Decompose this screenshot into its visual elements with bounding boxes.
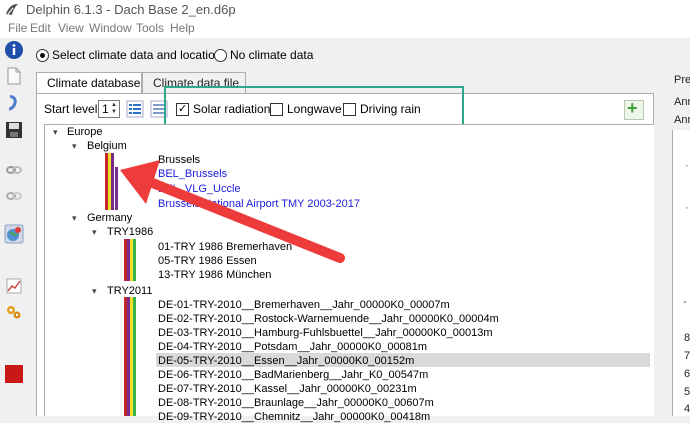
preview-axis-label: 5: [684, 386, 690, 398]
data-bar-purple: [111, 153, 114, 210]
start-level-label: Start level: [44, 102, 98, 116]
chevron-down-icon[interactable]: ▾: [92, 287, 100, 296]
tab-climate-database[interactable]: Climate database: [36, 72, 142, 94]
preview-axis-label: 8: [684, 332, 690, 344]
title-bar: Delphin 6.1.3 - Dach Base 2_en.d6p: [0, 0, 690, 20]
window-title: Delphin 6.1.3 - Dach Base 2_en.d6p: [26, 2, 236, 17]
menu-file[interactable]: File: [8, 21, 27, 35]
chevron-down-icon[interactable]: ▾: [72, 214, 80, 223]
tree-item-de-01[interactable]: DE-01-TRY-2010__Bremerhaven__Jahr_00000K…: [158, 299, 450, 311]
tree-node-try1986[interactable]: TRY1986: [107, 226, 153, 238]
tree-item-brussels-national-airport[interactable]: Brussels National Airport TMY 2003-2017: [158, 198, 360, 210]
data-bar-green: [133, 239, 136, 281]
spin-arrows-icon[interactable]: ▲ ▼: [111, 102, 118, 116]
start-level-spinbox[interactable]: 1 ▲ ▼: [98, 100, 120, 118]
tree-item-de-09[interactable]: DE-09-TRY-2010__Chemnitz__Jahr_00000K0_0…: [158, 411, 430, 423]
preview-axis-label: 7: [684, 350, 690, 362]
link-alt-icon[interactable]: [4, 186, 24, 206]
try2011-data-bars: [124, 297, 144, 416]
try1986-data-bars: [124, 239, 144, 281]
radio-select-climate[interactable]: [36, 49, 49, 62]
preview-header: Prev: [674, 74, 690, 86]
add-climate-button[interactable]: +: [624, 98, 644, 120]
link-icon[interactable]: [4, 160, 24, 180]
plus-icon: +: [627, 98, 638, 118]
chevron-down-icon[interactable]: ▾: [53, 128, 61, 137]
left-toolbar: [0, 38, 28, 416]
save-icon[interactable]: [4, 120, 24, 140]
menu-window[interactable]: Window: [89, 21, 132, 35]
preview-axis-label: 4: [684, 403, 690, 415]
menu-bar: File Edit View Window Tools Help: [0, 20, 690, 38]
tree-item-bel-vlg-uccle[interactable]: BEL_VLG_Uccle: [158, 183, 241, 195]
radio-no-climate[interactable]: [214, 49, 227, 62]
open-file-icon[interactable]: [4, 93, 24, 113]
info-icon[interactable]: [4, 40, 24, 60]
tree-node-belgium[interactable]: Belgium: [87, 140, 127, 152]
new-document-icon[interactable]: [4, 66, 24, 86]
tree-item-de-03[interactable]: DE-03-TRY-2010__Hamburg-Fuhlsbuettel__Ja…: [158, 327, 493, 339]
chevron-down-icon[interactable]: ▾: [72, 142, 80, 151]
delphin-app-icon: [6, 4, 18, 15]
globe-location-icon[interactable]: [4, 224, 24, 244]
menu-edit[interactable]: Edit: [30, 21, 51, 35]
tree-item-muenchen-1986[interactable]: 13-TRY 1986 München: [158, 269, 271, 281]
menu-tools[interactable]: Tools: [136, 21, 164, 35]
expand-list-icon[interactable]: [126, 100, 144, 118]
tree-item-de-04[interactable]: DE-04-TRY-2010__Potsdam__Jahr_00000K0_00…: [158, 341, 427, 353]
belgium-data-bars: [105, 153, 125, 210]
tree-item-bremerhaven-1986[interactable]: 01-TRY 1986 Bremerhaven: [158, 241, 292, 253]
tree-item-brussels[interactable]: Brussels: [158, 154, 200, 166]
preview-axis-tick: ·: [685, 160, 689, 172]
tree-item-de-05[interactable]: DE-05-TRY-2010__Essen__Jahr_00000K0_0015…: [158, 355, 414, 367]
tree-item-de-07[interactable]: DE-07-TRY-2010__Kassel__Jahr_00000K0_002…: [158, 383, 417, 395]
preview-axis-tick: ·: [685, 202, 689, 214]
menu-view[interactable]: View: [58, 21, 84, 35]
radio-select-climate-label[interactable]: Select climate data and location: [52, 48, 221, 62]
data-bar-green: [133, 297, 136, 416]
chevron-down-icon[interactable]: ▾: [92, 228, 100, 237]
tree-item-bel-brussels[interactable]: BEL_Brussels: [158, 168, 227, 180]
tree-item-essen-1986[interactable]: 05-TRY 1986 Essen: [158, 255, 257, 267]
preview-axis-tick: -: [683, 296, 687, 308]
settings-gears-icon[interactable]: [4, 302, 24, 322]
data-bar-purple: [115, 167, 118, 210]
preview-axis-label: 6: [684, 368, 690, 380]
tree-item-de-06[interactable]: DE-06-TRY-2010__BadMarienberg__Jahr_K0_0…: [158, 369, 428, 381]
preview-line: Ann: [674, 96, 690, 108]
tree-node-try2011[interactable]: TRY2011: [107, 285, 152, 297]
start-level-value: 1: [102, 102, 109, 116]
preview-line: Ann: [674, 114, 690, 126]
radio-no-climate-label[interactable]: No climate data: [230, 48, 313, 62]
tree-node-germany[interactable]: Germany: [87, 212, 132, 224]
pane-scrollbar[interactable]: [654, 93, 658, 416]
tree-item-de-02[interactable]: DE-02-TRY-2010__Rostock-Warnemuende__Jah…: [158, 313, 499, 325]
stop-icon[interactable]: [4, 364, 24, 384]
tree-node-europe[interactable]: Europe: [67, 126, 102, 138]
menu-help[interactable]: Help: [170, 21, 195, 35]
tree-item-de-08[interactable]: DE-08-TRY-2010__Braunlage__Jahr_00000K0_…: [158, 397, 434, 409]
chart-icon[interactable]: [4, 276, 24, 296]
